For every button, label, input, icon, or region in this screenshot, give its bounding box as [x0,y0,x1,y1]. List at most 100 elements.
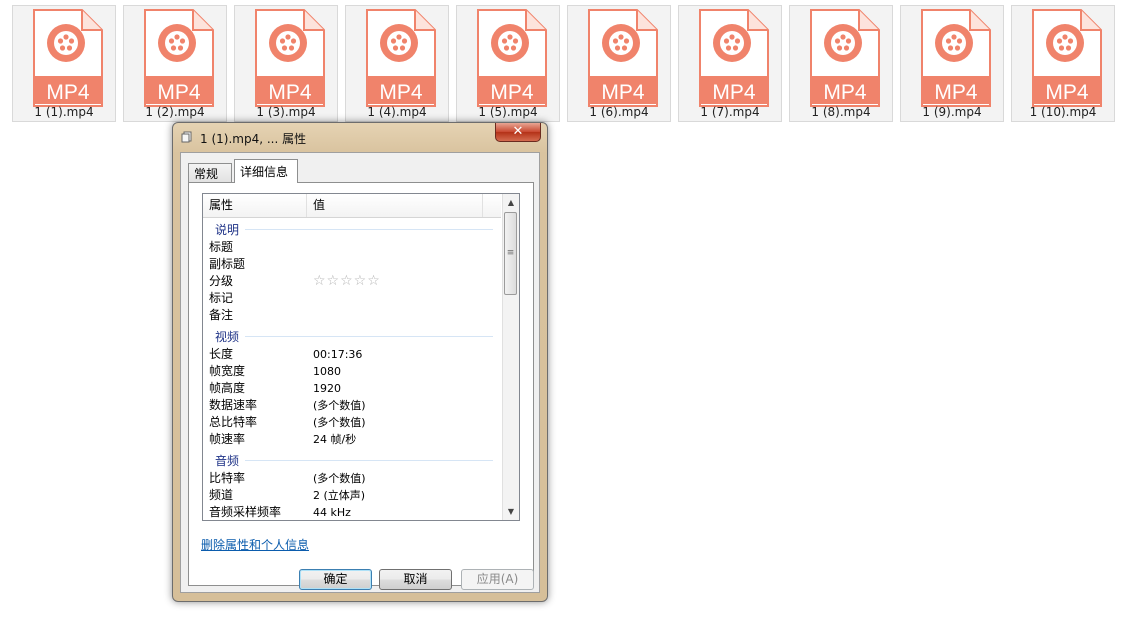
property-name: 长度 [209,347,234,361]
file-item[interactable]: MP4 1 (2).mp4 [123,5,227,122]
property-name: 比特率 [209,471,246,485]
section-header-description: 说明 [203,217,501,239]
property-name: 总比特率 [209,415,258,429]
scroll-down-arrow-icon[interactable]: ▼ [503,503,519,520]
scroll-up-arrow-icon[interactable]: ▲ [503,194,519,211]
mp4-badge: MP4 [1045,81,1089,104]
close-icon: ✕ [512,124,524,139]
property-row[interactable]: 比特率 (多个数值) [203,470,501,487]
section-header-video: 视频 [203,324,501,346]
rating-stars[interactable]: ☆☆☆☆☆ [313,273,381,290]
property-value: 1080 [313,365,341,378]
close-button[interactable]: ✕ [495,123,541,142]
file-item[interactable]: MP4 1 (10).mp4 [1011,5,1115,122]
section-divider [245,336,493,337]
properties-icon [181,131,192,143]
property-list[interactable]: 属性 值 说明 标题 副标题 分级 ☆☆☆☆☆ 标记 备注 视频 长度 00:1… [202,193,520,521]
file-item[interactable]: MP4 1 (3).mp4 [234,5,338,122]
section-header-audio: 音频 [203,448,501,470]
property-row[interactable]: 数据速率 (多个数值) [203,397,501,414]
file-name: 1 (6).mp4 [589,105,649,119]
file-name: 1 (7).mp4 [700,105,760,119]
list-header: 属性 值 [203,194,501,218]
section-title: 视频 [215,330,240,344]
tab-general[interactable]: 常规 [188,163,232,183]
mp4-badge: MP4 [46,81,90,104]
property-row[interactable]: 副标题 [203,256,501,273]
file-name: 1 (3).mp4 [256,105,316,119]
properties-dialog: 1 (1).mp4, ... 属性 ✕ 常规 详细信息 属性 值 说明 标题 副… [172,122,548,602]
mp4-file-icon: MP4 [1032,9,1102,107]
mp4-file-icon: MP4 [366,9,436,107]
property-value: 2 (立体声) [313,489,366,502]
file-name: 1 (9).mp4 [922,105,982,119]
property-name: 标题 [209,240,234,254]
mp4-file-icon: MP4 [588,9,658,107]
mp4-file-icon: MP4 [255,9,325,107]
file-item[interactable]: MP4 1 (1).mp4 [12,5,116,122]
file-name: 1 (2).mp4 [145,105,205,119]
mp4-badge: MP4 [712,81,756,104]
property-name: 标记 [209,291,234,305]
property-name: 分级 [209,274,234,288]
property-name: 频道 [209,488,234,502]
property-value: 44 kHz [313,506,351,519]
property-row[interactable]: 标题 [203,239,501,256]
property-rows: 说明 标题 副标题 分级 ☆☆☆☆☆ 标记 备注 视频 长度 00:17:36 帧宽… [203,217,501,520]
file-item[interactable]: MP4 1 (5).mp4 [456,5,560,122]
apply-button[interactable]: 应用(A) [461,569,534,590]
file-item[interactable]: MP4 1 (9).mp4 [900,5,1004,122]
file-name: 1 (10).mp4 [1029,105,1097,119]
property-row[interactable]: 频道 2 (立体声) [203,487,501,504]
property-row[interactable]: 备注 [203,307,501,324]
mp4-badge: MP4 [601,81,645,104]
ok-button[interactable]: 确定 [299,569,372,590]
mp4-badge: MP4 [490,81,534,104]
property-name: 音频采样频率 [209,505,282,519]
property-row[interactable]: 帧速率 24 帧/秒 [203,431,501,448]
file-name: 1 (8).mp4 [811,105,871,119]
file-item[interactable]: MP4 1 (7).mp4 [678,5,782,122]
property-row[interactable]: 长度 00:17:36 [203,346,501,363]
mp4-file-icon: MP4 [810,9,880,107]
column-header-value[interactable]: 值 [307,194,483,217]
dialog-title: 1 (1).mp4, ... 属性 [200,132,307,146]
vertical-scrollbar[interactable]: ▲ ≡ ▼ [502,194,519,520]
mp4-badge: MP4 [268,81,312,104]
property-name: 帧高度 [209,381,246,395]
property-value: (多个数值) [313,472,366,485]
remove-properties-link[interactable]: 删除属性和个人信息 [201,536,309,553]
tab-details[interactable]: 详细信息 [234,159,298,183]
file-item[interactable]: MP4 1 (6).mp4 [567,5,671,122]
property-value: 00:17:36 [313,348,363,361]
dialog-body: 常规 详细信息 属性 值 说明 标题 副标题 分级 ☆☆☆☆☆ 标记 备注 视频… [180,152,540,593]
property-row[interactable]: 帧高度 1920 [203,380,501,397]
property-name: 副标题 [209,257,246,271]
mp4-file-icon: MP4 [699,9,769,107]
property-row[interactable]: 标记 [203,290,501,307]
column-header-property[interactable]: 属性 [203,194,307,217]
file-list: MP4 1 (1).mp4 MP4 1 (2).mp4 MP4 1 (3).mp… [12,5,1115,122]
section-title: 音频 [215,454,240,468]
cancel-button[interactable]: 取消 [379,569,452,590]
property-row[interactable]: 总比特率 (多个数值) [203,414,501,431]
file-item[interactable]: MP4 1 (4).mp4 [345,5,449,122]
file-item[interactable]: MP4 1 (8).mp4 [789,5,893,122]
property-value: 1920 [313,382,341,395]
section-title: 说明 [215,223,240,237]
mp4-badge: MP4 [157,81,201,104]
dialog-titlebar[interactable]: 1 (1).mp4, ... 属性 ✕ [173,123,547,151]
property-row[interactable]: 帧宽度 1080 [203,363,501,380]
property-value: (多个数值) [313,416,366,429]
section-divider [245,229,493,230]
property-name: 帧宽度 [209,364,246,378]
mp4-file-icon: MP4 [144,9,214,107]
property-value: 24 帧/秒 [313,433,357,446]
property-name: 备注 [209,308,234,322]
file-name: 1 (1).mp4 [34,105,94,119]
property-row[interactable]: 音频采样频率 44 kHz [203,504,501,520]
property-value: (多个数值) [313,399,366,412]
property-row[interactable]: 分级 ☆☆☆☆☆ [203,273,501,290]
scrollbar-thumb[interactable]: ≡ [504,212,517,295]
file-name: 1 (4).mp4 [367,105,427,119]
